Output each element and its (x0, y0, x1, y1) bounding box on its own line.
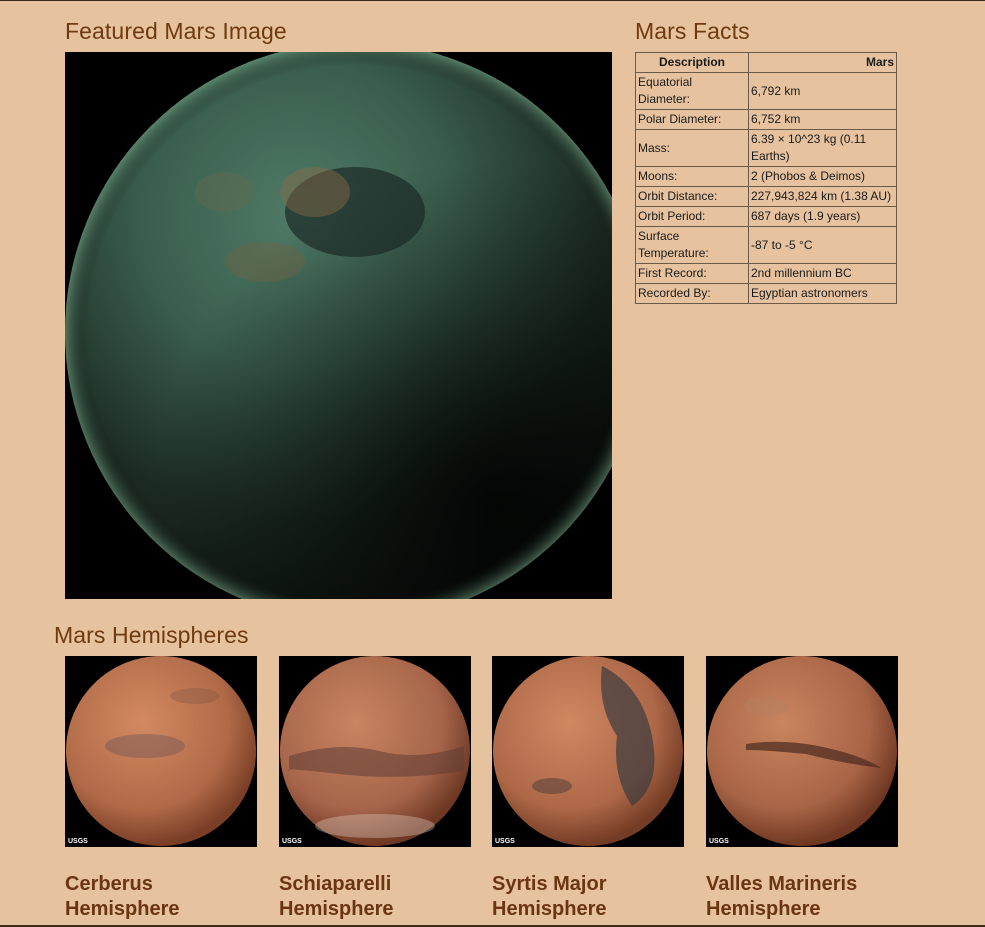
hemisphere-image-valles-marineris[interactable]: USGS (706, 656, 898, 847)
fact-label: First Record: (635, 263, 749, 284)
column-header-mars: Mars (748, 52, 897, 73)
table-row: First Record: 2nd millennium BC (635, 263, 897, 284)
table-row: Mass: 6.39 × 10^23 kg (0.11 Earths) (635, 129, 897, 167)
fact-value: 227,943,824 km (1.38 AU) (748, 186, 897, 207)
featured-mars-image[interactable] (65, 52, 612, 599)
usgs-logo: USGS (68, 838, 88, 845)
table-row: Moons: 2 (Phobos & Deimos) (635, 166, 897, 187)
table-row: Orbit Period: 687 days (1.9 years) (635, 206, 897, 227)
table-header-row: Description Mars (635, 52, 897, 73)
column-header-description: Description (635, 52, 749, 73)
mars-hemispheres-title: Mars Hemispheres (54, 622, 249, 648)
mars-facts-table: Description Mars Equatorial Diameter: 6,7… (635, 52, 897, 304)
fact-value: 6.39 × 10^23 kg (0.11 Earths) (748, 129, 897, 167)
hemisphere-image-syrtis-major[interactable]: USGS (492, 656, 684, 847)
usgs-logo: USGS (282, 838, 302, 845)
fact-value: 2nd millennium BC (748, 263, 897, 284)
fact-label: Recorded By: (635, 283, 749, 304)
fact-value: 6,792 km (748, 72, 897, 110)
fact-value: Egyptian astronomers (748, 283, 897, 304)
table-row: Surface Temperature: -87 to -5 °C (635, 226, 897, 264)
hemisphere-image-cerberus[interactable]: USGS (65, 656, 257, 847)
fact-value: 2 (Phobos & Deimos) (748, 166, 897, 187)
usgs-logo: USGS (495, 838, 515, 845)
fact-label: Polar Diameter: (635, 109, 749, 130)
fact-label: Moons: (635, 166, 749, 187)
fact-label: Orbit Distance: (635, 186, 749, 207)
hemisphere-card-valles-marineris: USGS Valles Marineris Hemisphere (706, 656, 898, 922)
fact-value: 687 days (1.9 years) (748, 206, 897, 227)
hemisphere-name[interactable]: Valles Marineris Hemisphere (706, 872, 898, 922)
fact-label: Surface Temperature: (635, 226, 749, 264)
hemisphere-name[interactable]: Cerberus Hemisphere (65, 872, 257, 922)
fact-value: -87 to -5 °C (748, 226, 897, 264)
fact-value: 6,752 km (748, 109, 897, 130)
mars-facts-title: Mars Facts (635, 18, 750, 44)
table-row: Equatorial Diameter: 6,792 km (635, 72, 897, 110)
table-row: Orbit Distance: 227,943,824 km (1.38 AU) (635, 186, 897, 207)
usgs-logo: USGS (709, 838, 729, 845)
hemisphere-card-schiaparelli: USGS Schiaparelli Hemisphere (279, 656, 471, 922)
fact-label: Equatorial Diameter: (635, 72, 749, 110)
hemisphere-image-schiaparelli[interactable]: USGS (279, 656, 471, 847)
featured-image-title: Featured Mars Image (65, 18, 287, 44)
table-row: Recorded By: Egyptian astronomers (635, 283, 897, 304)
hemisphere-card-syrtis-major: USGS Syrtis Major Hemisphere (492, 656, 684, 922)
hemisphere-name[interactable]: Syrtis Major Hemisphere (492, 872, 684, 922)
hemisphere-card-cerberus: USGS Cerberus Hemisphere (65, 656, 257, 922)
hemisphere-name[interactable]: Schiaparelli Hemisphere (279, 872, 471, 922)
table-row: Polar Diameter: 6,752 km (635, 109, 897, 130)
fact-label: Mass: (635, 129, 749, 167)
fact-label: Orbit Period: (635, 206, 749, 227)
